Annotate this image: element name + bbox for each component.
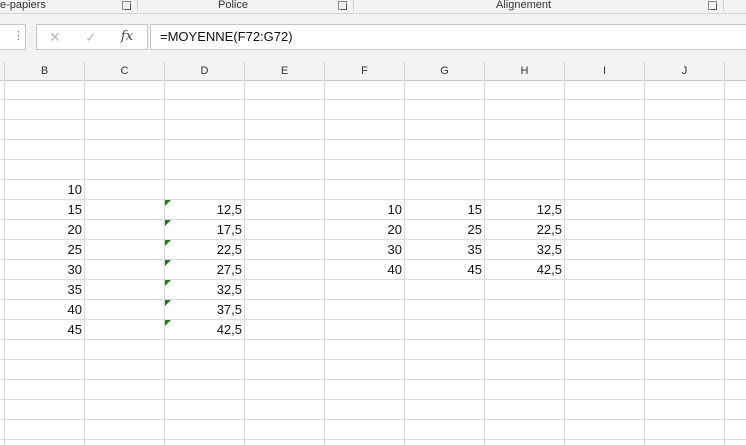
clipboard-dialog-launcher-icon[interactable] <box>122 1 131 10</box>
error-indicator-icon[interactable] <box>165 280 171 286</box>
gridline <box>0 439 746 440</box>
gridline <box>724 80 725 445</box>
cell-grid[interactable]: 10 15 20 25 30 35 40 45 12,5 17,5 22,5 2… <box>0 80 746 445</box>
cell-H[interactable]: 22,5 <box>484 220 565 240</box>
cancel-icon[interactable]: ✕ <box>45 28 65 46</box>
column-header-D[interactable]: D <box>165 62 245 80</box>
cell-H[interactable]: 12,5 <box>484 200 565 220</box>
error-indicator-icon[interactable] <box>165 320 171 326</box>
cell-D[interactable]: 42,5 <box>164 320 245 340</box>
ribbon-group-labels: e-papiers Police Alignement <box>0 0 746 14</box>
insert-function-icon[interactable]: fx <box>117 28 137 46</box>
ribbon-group-clipboard-label: e-papiers <box>0 0 46 11</box>
gridline <box>0 179 746 180</box>
gridline <box>0 299 746 300</box>
formula-buttons: ✕ ✓ fx <box>36 24 148 50</box>
error-indicator-icon[interactable] <box>165 240 171 246</box>
column-header-K-partial[interactable] <box>725 62 746 80</box>
gridline <box>0 399 746 400</box>
gridline <box>0 339 746 340</box>
gridline <box>0 99 746 100</box>
cell-D[interactable]: 17,5 <box>164 220 245 240</box>
gridline <box>0 359 746 360</box>
cell-G[interactable]: 15 <box>404 200 485 220</box>
cell-B[interactable]: 45 <box>4 320 85 340</box>
cell-G[interactable]: 35 <box>404 240 485 260</box>
cell-G[interactable]: 25 <box>404 220 485 240</box>
cell-H[interactable]: 42,5 <box>484 260 565 280</box>
font-dialog-launcher-icon[interactable] <box>338 1 347 10</box>
more-options-icon[interactable]: ⋮ <box>13 29 24 43</box>
cell-B[interactable]: 30 <box>4 260 85 280</box>
error-indicator-icon[interactable] <box>165 300 171 306</box>
cell-B[interactable]: 15 <box>4 200 85 220</box>
cell-F[interactable]: 20 <box>324 220 405 240</box>
cell-D[interactable]: 12,5 <box>164 200 245 220</box>
cell-H[interactable]: 32,5 <box>484 240 565 260</box>
column-header-B[interactable]: B <box>5 62 85 80</box>
formula-input[interactable]: =MOYENNE(F72:G72) <box>150 24 746 50</box>
formula-bar: ⋮ ✕ ✓ fx =MOYENNE(F72:G72) <box>0 14 746 62</box>
column-header-F[interactable]: F <box>325 62 405 80</box>
cell-B[interactable]: 35 <box>4 280 85 300</box>
cell-F[interactable]: 30 <box>324 240 405 260</box>
gridline <box>0 119 746 120</box>
cell-D[interactable]: 27,5 <box>164 260 245 280</box>
gridline <box>644 80 645 445</box>
cell-B[interactable]: 25 <box>4 240 85 260</box>
error-indicator-icon[interactable] <box>165 220 171 226</box>
enter-icon[interactable]: ✓ <box>81 28 101 46</box>
ribbon-group-font-label: Police <box>218 0 248 11</box>
cell-F[interactable]: 40 <box>324 260 405 280</box>
cell-B[interactable]: 40 <box>4 300 85 320</box>
cell-D[interactable]: 22,5 <box>164 240 245 260</box>
column-header-I[interactable]: I <box>565 62 645 80</box>
column-headers: B C D E F G H I J <box>0 62 746 81</box>
cell-F[interactable]: 10 <box>324 200 405 220</box>
error-indicator-icon[interactable] <box>165 260 171 266</box>
alignment-dialog-launcher-icon[interactable] <box>708 1 717 10</box>
cell-D[interactable]: 32,5 <box>164 280 245 300</box>
column-header-G[interactable]: G <box>405 62 485 80</box>
column-header-C[interactable]: C <box>85 62 165 80</box>
ribbon-separator <box>353 0 354 12</box>
gridline <box>0 139 746 140</box>
cell-D[interactable]: 37,5 <box>164 300 245 320</box>
cell-B[interactable]: 10 <box>4 180 85 200</box>
column-header-H[interactable]: H <box>485 62 565 80</box>
cell-B[interactable]: 20 <box>4 220 85 240</box>
ribbon-separator <box>137 0 138 12</box>
column-header-E[interactable]: E <box>245 62 325 80</box>
cell-G[interactable]: 45 <box>404 260 485 280</box>
gridline <box>0 159 746 160</box>
column-header-J[interactable]: J <box>645 62 725 80</box>
gridline <box>0 419 746 420</box>
ribbon-group-alignment-label: Alignement <box>496 0 552 11</box>
ribbon-separator <box>723 0 724 12</box>
error-indicator-icon[interactable] <box>165 200 171 206</box>
gridline <box>0 379 746 380</box>
gridline <box>0 319 746 320</box>
